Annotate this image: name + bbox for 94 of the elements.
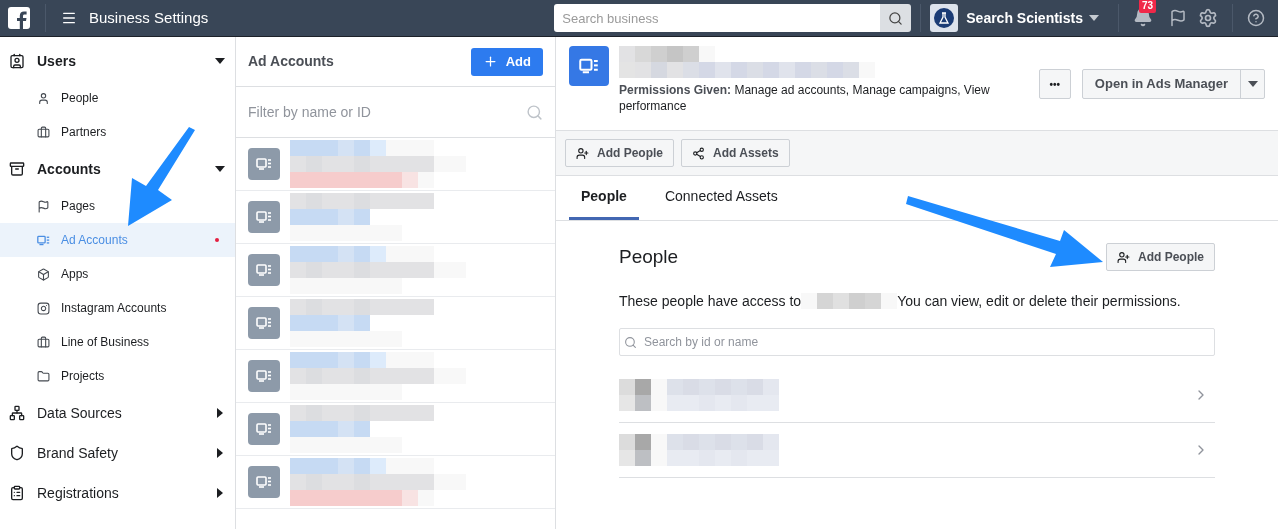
sidebar-item[interactable]: Apps: [0, 257, 235, 291]
search-field[interactable]: Search business: [554, 4, 881, 32]
sidebar-item[interactable]: Projects: [0, 359, 235, 393]
ad-account-icon: [256, 474, 272, 490]
list-title: Ad Accounts: [248, 52, 334, 71]
camera-icon: [37, 301, 50, 315]
section-label: Accounts: [37, 159, 101, 179]
caret-icon: [215, 56, 225, 66]
contact-icon: [9, 53, 25, 69]
account-row[interactable]: [236, 403, 555, 456]
item-label: Instagram Accounts: [61, 300, 167, 317]
tab[interactable]: Connected Assets: [652, 176, 790, 220]
description-text: You can view, edit or delete their permissions.: [897, 291, 1181, 311]
cube-icon: [37, 267, 50, 281]
sidebar-section[interactable]: Users: [0, 41, 235, 81]
add-person-icon: [576, 146, 589, 160]
search-icon: [624, 335, 637, 349]
flag-icon[interactable]: [1169, 9, 1187, 27]
item-label: Ad Accounts: [61, 232, 128, 249]
description-text: These people have access to: [619, 291, 802, 311]
sidebar-item[interactable]: Partners: [0, 115, 235, 149]
account-row[interactable]: [236, 297, 555, 350]
toolbar-button[interactable]: Add Assets: [681, 139, 790, 167]
briefcase-icon: [37, 125, 50, 139]
open-in-ads-manager-button[interactable]: Open in Ads Manager: [1082, 70, 1240, 98]
flask-icon: [934, 8, 955, 28]
sidebar-item[interactable]: Pages: [0, 189, 235, 223]
caret-icon: [215, 448, 225, 458]
sidebar-item[interactable]: Instagram Accounts: [0, 291, 235, 325]
item-label: People: [61, 90, 99, 107]
ad-account-icon: [37, 233, 50, 247]
item-label: Line of Business: [61, 334, 150, 351]
sidebar-section[interactable]: Registrations: [0, 473, 235, 513]
network-icon: [9, 405, 25, 421]
ad-account-icon: [256, 315, 272, 331]
menu-icon[interactable]: [61, 10, 77, 26]
tab[interactable]: People: [569, 176, 639, 220]
add-button[interactable]: Add: [470, 47, 543, 76]
item-label: Apps: [61, 266, 89, 283]
clipboard-icon: [9, 485, 25, 501]
section-label: Data Sources: [37, 403, 122, 423]
triangle-nodes-icon: [692, 146, 705, 160]
account-row[interactable]: [236, 138, 555, 191]
shield-icon: [9, 445, 25, 461]
sidebar-section[interactable]: Brand Safety: [0, 433, 235, 473]
person-icon: [37, 91, 50, 105]
section-label: Users: [37, 51, 76, 71]
caret-icon: [1247, 81, 1258, 87]
caret-icon: [215, 488, 225, 498]
plus-icon: [482, 54, 498, 69]
ad-account-icon: [256, 156, 272, 172]
ad-account-icon: [579, 56, 599, 76]
toolbar-button[interactable]: Add People: [565, 139, 674, 167]
item-label: Partners: [61, 124, 107, 141]
account-row[interactable]: [236, 191, 555, 244]
business-switcher[interactable]: Search Scientists: [966, 7, 1099, 29]
help-icon[interactable]: [1247, 9, 1265, 27]
folder-icon: [37, 369, 50, 383]
ad-account-icon: [256, 209, 272, 225]
notification-badge: 73: [1139, 0, 1157, 13]
flag-icon: [37, 199, 50, 213]
briefcase-icon: [37, 335, 50, 349]
caret-icon: [215, 164, 225, 174]
caret-icon: [1089, 15, 1099, 21]
people-search-field[interactable]: Search by id or name: [619, 327, 1215, 356]
section-label: Brand Safety: [37, 443, 118, 463]
section-label: Registrations: [37, 483, 119, 503]
ad-account-icon: [256, 368, 272, 384]
ad-account-icon: [256, 421, 272, 437]
account-row[interactable]: [236, 456, 555, 509]
sidebar-item[interactable]: Line of Business: [0, 325, 235, 359]
account-row[interactable]: [236, 350, 555, 403]
more-button[interactable]: •••: [1038, 69, 1071, 99]
add-person-icon: [1117, 250, 1130, 264]
item-label: Projects: [61, 368, 105, 385]
item-label: Pages: [61, 198, 96, 215]
logo-icon[interactable]: [8, 7, 30, 29]
caret-icon: [215, 408, 225, 418]
add-people-button[interactable]: Add People: [1106, 243, 1215, 272]
search-icon: [888, 10, 904, 26]
sidebar-section[interactable]: Data Sources: [0, 393, 235, 433]
settings-icon[interactable]: [1198, 8, 1218, 28]
account-row[interactable]: [236, 244, 555, 297]
ad-account-icon: [256, 262, 272, 278]
sidebar-item[interactable]: People: [0, 81, 235, 115]
page-title: Business Settings: [89, 7, 209, 28]
section-title: People: [619, 245, 679, 269]
filter-field[interactable]: Filter by name or ID: [248, 101, 526, 123]
archive-box-icon: [9, 161, 25, 177]
permissions-text: Permissions Given: Manage ad accounts, Manage campaigns, View performance: [619, 82, 991, 114]
search-icon: [526, 103, 543, 121]
business-avatar[interactable]: [930, 4, 959, 32]
sidebar-section[interactable]: Accounts: [0, 149, 235, 189]
search-button[interactable]: [880, 4, 912, 32]
